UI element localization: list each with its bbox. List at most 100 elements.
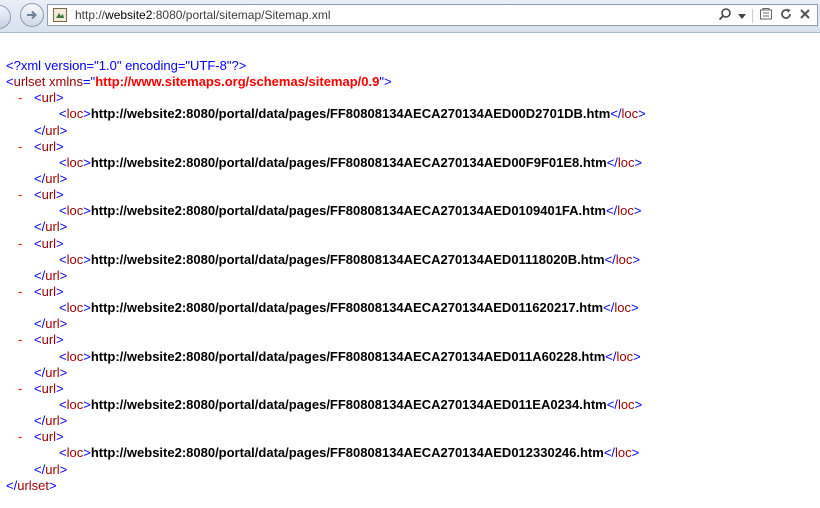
forward-arrow-icon: [27, 10, 37, 20]
collapse-toggle[interactable]: -: [18, 284, 22, 300]
compatibility-view-icon[interactable]: [759, 7, 773, 26]
loc-element: <loc>http://website2:8080/portal/data/pa…: [59, 203, 642, 219]
toolbar-separator: [752, 9, 753, 23]
root-attr-value: http://www.sitemaps.org/schemas/sitemap/…: [95, 74, 380, 90]
collapse-toggle[interactable]: -: [18, 187, 22, 203]
collapse-toggle[interactable]: -: [18, 236, 22, 252]
dropdown-arrow-icon[interactable]: [738, 7, 746, 25]
collapse-toggle[interactable]: -: [18, 90, 22, 106]
url-open-tag: - <url>: [18, 283, 64, 300]
url-domain: website2: [105, 8, 153, 22]
url-path: :8080/portal/sitemap/Sitemap.xml: [152, 8, 331, 22]
url-close-tag-name: url: [45, 122, 60, 138]
loc-value: http://website2:8080/portal/data/pages/F…: [90, 396, 607, 412]
xml-declaration: <?xml version="1.0" encoding="UTF-8"?>: [0, 58, 820, 74]
browser-toolbar: http://website2:8080/portal/sitemap/Site…: [0, 0, 820, 33]
url-tag-name: url: [41, 235, 57, 251]
back-button[interactable]: [0, 5, 11, 29]
url-open-tag: - <url>: [18, 380, 64, 397]
url-tag-name: url: [41, 90, 57, 106]
url-tag-name: url: [41, 283, 57, 299]
loc-element: <loc>http://website2:8080/portal/data/pa…: [59, 251, 640, 267]
loc-value: http://website2:8080/portal/data/pages/F…: [90, 445, 604, 461]
url-close-tag-name: url: [45, 219, 60, 235]
url-tag-name: url: [41, 429, 57, 445]
url-tag-name: url: [41, 187, 57, 203]
loc-value: http://website2:8080/portal/data/pages/F…: [90, 154, 607, 170]
loc-element: <loc>http://website2:8080/portal/data/pa…: [59, 396, 643, 412]
loc-close-tag-name: loc: [616, 348, 634, 364]
url-open-tag: - <url>: [18, 235, 64, 252]
stop-icon[interactable]: [799, 7, 811, 25]
url-entry: - <url> <loc>http://website2:8080/portal/d…: [0, 187, 820, 235]
loc-close-tag-name: loc: [617, 203, 634, 219]
root-close-tag-name: urlset: [17, 477, 50, 493]
loc-value: http://website2:8080/portal/data/pages/F…: [90, 300, 604, 316]
url-open-tag: - <url>: [18, 187, 64, 203]
collapse-toggle[interactable]: -: [18, 332, 22, 348]
xml-declaration-text: <?xml version="1.0" encoding="UTF-8"?>: [6, 58, 247, 73]
urlset-close-tag: </urlset>: [6, 477, 57, 493]
url-close-tag: </url>: [34, 413, 68, 429]
url-open-tag: - <url>: [18, 90, 64, 106]
url-close-tag: </url>: [34, 122, 68, 138]
loc-tag-name: loc: [66, 106, 84, 122]
url-close-tag: </url>: [34, 364, 68, 380]
url-prefix: http://: [75, 8, 106, 22]
url-entry: - <url> <loc>http://website2:8080/portal/d…: [0, 139, 820, 187]
url-close-tag: </url>: [34, 461, 68, 477]
refresh-icon[interactable]: [779, 7, 793, 26]
url-entry: - <url> <loc>http://website2:8080/portal/d…: [0, 429, 820, 477]
collapse-toggle[interactable]: -: [18, 381, 22, 397]
url-open-tag: - <url>: [18, 332, 64, 348]
loc-tag-name: loc: [66, 348, 84, 364]
loc-element: <loc>http://website2:8080/portal/data/pa…: [59, 106, 646, 122]
url-tag-name: url: [41, 380, 57, 396]
url-entry: - <url> <loc>http://website2:8080/portal/d…: [0, 381, 820, 429]
forward-button[interactable]: [20, 3, 44, 27]
xml-document-view: <?xml version="1.0" encoding="UTF-8"?> <…: [0, 58, 820, 494]
url-close-tag-name: url: [45, 413, 60, 429]
url-entry: - <url> <loc>http://website2:8080/portal/d…: [0, 90, 820, 138]
loc-tag-name: loc: [66, 396, 84, 412]
loc-tag-name: loc: [66, 445, 84, 461]
loc-close-tag-name: loc: [617, 396, 635, 412]
loc-close-tag-name: loc: [615, 445, 632, 461]
loc-element: <loc>http://website2:8080/portal/data/pa…: [59, 154, 643, 170]
address-bar-icons: [718, 7, 811, 25]
url-entries: - <url> <loc>http://website2:8080/portal/d…: [0, 90, 820, 477]
loc-element: <loc>http://website2:8080/portal/data/pa…: [59, 348, 641, 364]
root-tag-name: urlset: [13, 74, 46, 90]
loc-tag-name: loc: [66, 300, 84, 316]
loc-close-tag-name: loc: [617, 154, 635, 170]
url-close-tag-name: url: [45, 267, 60, 283]
url-open-tag: - <url>: [18, 138, 64, 155]
loc-value: http://website2:8080/portal/data/pages/F…: [90, 348, 606, 364]
root-attr-name: xmlns: [49, 74, 83, 90]
url-open-tag: - <url>: [18, 429, 64, 445]
loc-close-tag-name: loc: [615, 251, 633, 267]
loc-close-tag-name: loc: [614, 300, 631, 316]
url-entry: - <url> <loc>http://website2:8080/portal/d…: [0, 284, 820, 332]
url-close-tag-name: url: [45, 316, 60, 332]
address-bar[interactable]: http://website2:8080/portal/sitemap/Site…: [47, 4, 818, 26]
url-close-tag: </url>: [34, 267, 68, 283]
url-close-tag: </url>: [34, 219, 68, 235]
loc-element: <loc>http://website2:8080/portal/data/pa…: [59, 300, 639, 316]
loc-close-tag-name: loc: [621, 106, 639, 122]
url-close-tag: </url>: [34, 170, 68, 186]
url-tag-name: url: [41, 138, 57, 154]
url-close-tag: </url>: [34, 316, 68, 332]
loc-value: http://website2:8080/portal/data/pages/F…: [90, 251, 605, 267]
loc-element: <loc>http://website2:8080/portal/data/pa…: [59, 445, 640, 461]
loc-value: http://website2:8080/portal/data/pages/F…: [90, 106, 611, 122]
urlset-open-tag: <urlset xmlns="http://www.sitemaps.org/s…: [6, 74, 392, 90]
collapse-toggle[interactable]: -: [18, 429, 22, 445]
loc-tag-name: loc: [66, 154, 84, 170]
loc-tag-name: loc: [66, 203, 84, 219]
loc-tag-name: loc: [66, 251, 84, 267]
url-entry: - <url> <loc>http://website2:8080/portal/d…: [0, 236, 820, 284]
collapse-toggle[interactable]: -: [18, 139, 22, 155]
address-url[interactable]: http://website2:8080/portal/sitemap/Site…: [75, 8, 331, 22]
search-icon[interactable]: [718, 7, 732, 26]
